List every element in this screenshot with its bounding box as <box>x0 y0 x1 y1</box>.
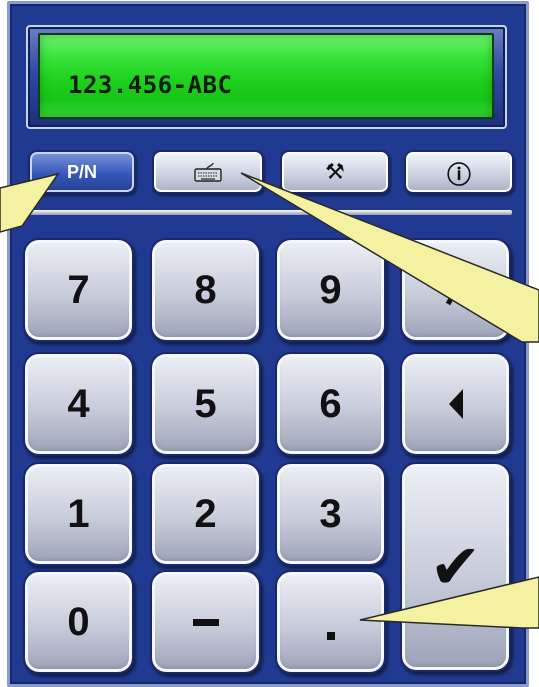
callout-keyboard <box>240 172 539 343</box>
callout-decimal <box>359 576 539 629</box>
callout-overlay <box>0 172 539 629</box>
callout-pn <box>0 172 60 233</box>
